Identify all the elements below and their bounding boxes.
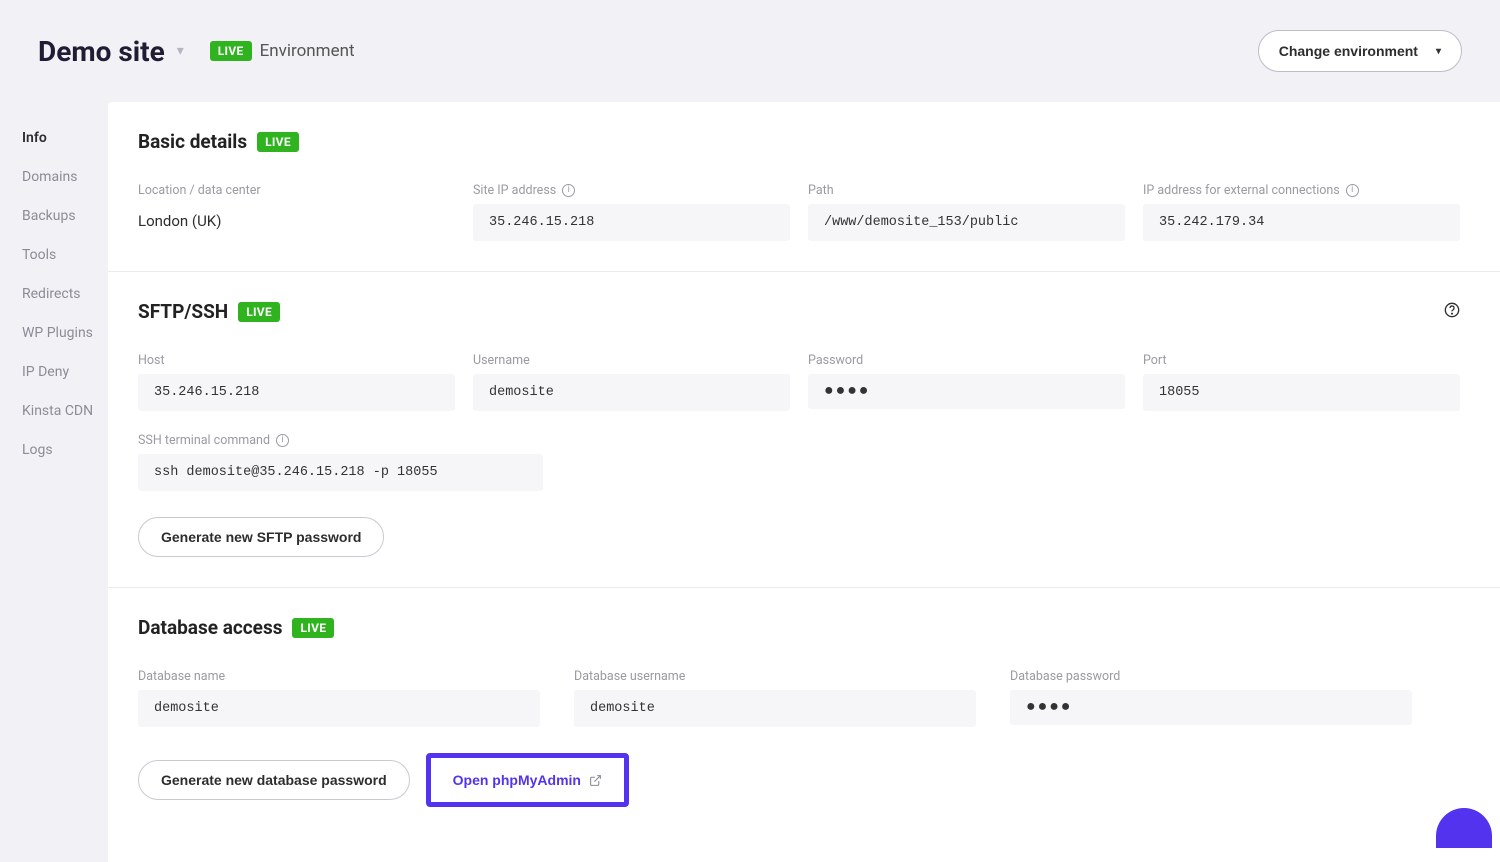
generate-db-password-button[interactable]: Generate new database password [138, 760, 410, 800]
live-badge: LIVE [238, 302, 280, 322]
sidebar-item-ip-deny[interactable]: IP Deny [22, 364, 108, 380]
site-ip-value[interactable]: 35.246.15.218 [473, 204, 790, 241]
open-phpmyadmin-button[interactable]: Open phpMyAdmin [437, 762, 618, 798]
section-title-basic: Basic details [138, 130, 247, 153]
chevron-down-icon: ▾ [1436, 46, 1441, 57]
live-badge: LIVE [257, 132, 299, 152]
port-label: Port [1143, 353, 1460, 368]
site-ip-label: Site IP address i [473, 183, 790, 198]
live-badge: LIVE [292, 618, 334, 638]
sidebar-item-backups[interactable]: Backups [22, 208, 108, 224]
help-icon[interactable] [1444, 302, 1460, 322]
db-user-value[interactable]: demosite [574, 690, 976, 727]
environment-label: Environment [260, 41, 355, 61]
sidebar-item-wp-plugins[interactable]: WP Plugins [22, 325, 108, 341]
sidebar-item-domains[interactable]: Domains [22, 169, 108, 185]
username-value[interactable]: demosite [473, 374, 790, 411]
sidebar: Info Domains Backups Tools Redirects WP … [0, 102, 108, 862]
host-label: Host [138, 353, 455, 368]
db-name-value[interactable]: demosite [138, 690, 540, 727]
ssh-cmd-value[interactable]: ssh demosite@35.246.15.218 -p 18055 [138, 454, 543, 491]
sidebar-item-kinsta-cdn[interactable]: Kinsta CDN [22, 403, 108, 419]
ssh-cmd-label: SSH terminal command i [138, 433, 543, 448]
site-title: Demo site [38, 35, 165, 68]
sidebar-item-info[interactable]: Info [22, 130, 108, 146]
open-phpmyadmin-label: Open phpMyAdmin [453, 772, 581, 788]
port-value[interactable]: 18055 [1143, 374, 1460, 411]
password-value[interactable]: ●●●● [808, 374, 1125, 409]
open-phpmyadmin-highlight: Open phpMyAdmin [426, 753, 629, 807]
db-pw-value[interactable]: ●●●● [1010, 690, 1412, 725]
page-header: Demo site ▾ LIVE Environment Change envi… [0, 0, 1500, 102]
main-panel: Basic details LIVE Location / data cente… [108, 102, 1500, 862]
path-label: Path [808, 183, 1125, 198]
db-name-label: Database name [138, 669, 540, 684]
password-label: Password [808, 353, 1125, 368]
path-value[interactable]: /www/demosite_153/public [808, 204, 1125, 241]
change-environment-button[interactable]: Change environment ▾ [1258, 30, 1462, 72]
section-title-sftp: SFTP/SSH [138, 300, 228, 323]
live-badge: LIVE [210, 41, 252, 61]
info-icon[interactable]: i [562, 184, 575, 197]
db-pw-label: Database password [1010, 669, 1412, 684]
sidebar-item-tools[interactable]: Tools [22, 247, 108, 263]
sidebar-item-logs[interactable]: Logs [22, 442, 108, 458]
info-icon[interactable]: i [276, 434, 289, 447]
username-label: Username [473, 353, 790, 368]
sidebar-item-redirects[interactable]: Redirects [22, 286, 108, 302]
change-environment-label: Change environment [1279, 43, 1418, 59]
ext-ip-value[interactable]: 35.242.179.34 [1143, 204, 1460, 241]
location-label: Location / data center [138, 183, 455, 198]
section-basic-details: Basic details LIVE Location / data cente… [108, 102, 1500, 272]
ext-ip-label: IP address for external connections i [1143, 183, 1460, 198]
section-database-access: Database access LIVE Database name demos… [108, 588, 1500, 837]
info-icon[interactable]: i [1346, 184, 1359, 197]
chevron-down-icon[interactable]: ▾ [177, 43, 184, 59]
section-sftp-ssh: SFTP/SSH LIVE Host 35.246.15.218 Usernam… [108, 272, 1500, 588]
external-link-icon [589, 774, 602, 787]
location-value: London (UK) [138, 204, 455, 238]
section-title-db: Database access [138, 616, 282, 639]
generate-sftp-password-button[interactable]: Generate new SFTP password [138, 517, 384, 557]
host-value[interactable]: 35.246.15.218 [138, 374, 455, 411]
db-user-label: Database username [574, 669, 976, 684]
